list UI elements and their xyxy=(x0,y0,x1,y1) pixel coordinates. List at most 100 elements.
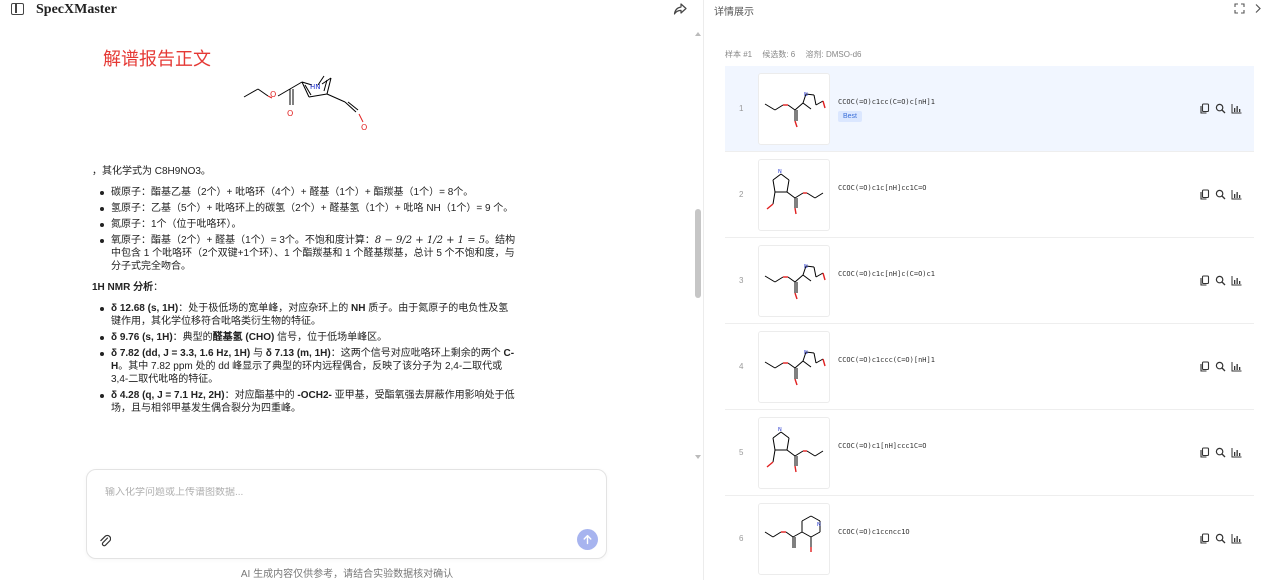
svg-text:N: N xyxy=(778,169,782,175)
molecule-structure-image: O O O HN xyxy=(243,75,367,132)
nmr-text: ：对应酯基中的 xyxy=(224,390,298,401)
scroll-down-arrow-icon[interactable] xyxy=(695,455,701,459)
svg-text:N: N xyxy=(817,522,821,528)
best-badge: Best xyxy=(838,111,863,122)
nmr-item: δ 7.82 (dd, J = 3.3, 1.6 Hz, 1H) 与 δ 7.1… xyxy=(92,347,517,386)
nmr-signal: δ 4.28 (q, J = 7.1 Hz, 2H) xyxy=(111,390,225,401)
search-icon[interactable] xyxy=(1215,275,1226,286)
bar-chart-icon[interactable] xyxy=(1231,447,1242,458)
search-icon[interactable] xyxy=(1215,447,1226,458)
search-icon[interactable] xyxy=(1215,533,1226,544)
bar-chart-icon[interactable] xyxy=(1231,533,1242,544)
panel-divider xyxy=(703,0,704,580)
sidebar-toggle-icon[interactable] xyxy=(11,3,24,15)
chevron-right-icon[interactable] xyxy=(1254,3,1262,14)
candidate-actions xyxy=(1199,447,1243,459)
share-icon[interactable] xyxy=(673,2,687,16)
search-icon[interactable] xyxy=(1215,361,1226,372)
scroll-up-arrow-icon[interactable] xyxy=(695,32,701,36)
chat-input[interactable] xyxy=(105,487,585,498)
report-title: 解谱报告正文 xyxy=(103,49,211,69)
candidate-row[interactable]: 2 N CCOC(=O)c1c[nH]cc1C=O xyxy=(725,152,1254,238)
nmr-bold-term: -OCH2- xyxy=(297,390,332,401)
svg-text:N: N xyxy=(804,264,808,270)
svg-text:HN: HN xyxy=(310,83,321,91)
candidate-index: 4 xyxy=(739,362,744,371)
search-icon[interactable] xyxy=(1215,103,1226,114)
bar-chart-icon[interactable] xyxy=(1231,361,1242,372)
copy-icon[interactable] xyxy=(1199,275,1210,286)
nmr-text: 。其中 7.82 ppm 处的 dd 峰显示了典型的环内远程偶合，反映了该分子为… xyxy=(111,361,503,385)
candidate-molecule-image: N xyxy=(764,264,826,300)
candidate-structure-thumbnail[interactable]: N xyxy=(758,331,830,403)
candidate-actions xyxy=(1199,189,1243,201)
bar-chart-icon[interactable] xyxy=(1231,275,1242,286)
svg-text:N: N xyxy=(804,350,808,356)
candidate-index: 5 xyxy=(739,448,744,457)
nitrogen-item: 氮原子：1个（位于吡咯环）。 xyxy=(92,218,517,231)
candidate-row[interactable]: 3 N CCOC(=O)c1c[nH]c(C=O)c1 xyxy=(725,238,1254,324)
nmr-bold-term: 醛基氢 (CHO) xyxy=(212,332,275,343)
candidate-index: 6 xyxy=(739,534,744,543)
candidate-index: 1 xyxy=(739,104,744,113)
nmr-heading-suffix: ： xyxy=(153,282,164,293)
nmr-item: δ 9.76 (s, 1H)：典型的醛基氢 (CHO) 信号，位于低场单峰区。 xyxy=(92,331,517,344)
bar-chart-icon[interactable] xyxy=(1231,103,1242,114)
copy-icon[interactable] xyxy=(1199,189,1210,200)
nmr-signal: δ 7.82 (dd, J = 3.3, 1.6 Hz, 1H) xyxy=(111,348,251,359)
candidate-row[interactable]: 5 N CCOC(=O)c1[nH]ccc1C=O xyxy=(725,410,1254,496)
candidate-actions xyxy=(1199,533,1243,545)
copy-icon[interactable] xyxy=(1199,447,1210,458)
candidate-structure-thumbnail[interactable]: N xyxy=(758,417,830,489)
candidate-smiles: CCOC(=O)c1c[nH]c(C=O)c1 xyxy=(838,270,935,278)
candidate-row[interactable]: 6 N CCOC(=O)c1ccncc1O xyxy=(725,496,1254,580)
nmr-text: ：典型的 xyxy=(172,332,213,343)
candidate-smiles: CCOC(=O)c1ccncc1O xyxy=(838,528,910,536)
top-bar: SpecXMaster xyxy=(0,0,703,22)
app-title: SpecXMaster xyxy=(36,2,117,17)
candidate-smiles: CCOC(=O)c1ccc(C=O)[nH]1 xyxy=(838,356,935,364)
copy-icon[interactable] xyxy=(1199,533,1210,544)
candidate-actions xyxy=(1199,361,1243,373)
chat-message-scroll: 解谱报告正文 O O O HN ，其化学式为 C8H9NO3。 碳原子：酯基乙基… xyxy=(0,28,703,465)
candidate-index: 2 xyxy=(739,190,744,199)
nmr-bold-term: NH xyxy=(351,303,366,314)
carbon-item: 碳原子：酯基乙基（2个）+ 吡咯环（4个）+ 醛基（1个）+ 酯羰基（1个）= … xyxy=(92,186,517,199)
candidate-smiles: CCOC(=O)c1cc(C=O)c[nH]1 xyxy=(838,98,935,106)
oxygen-text-a: 氧原子：酯基（2个）+ 醛基（1个）= 3个。不饱和度计算： xyxy=(111,235,375,246)
nmr-text: ：这两个信号对应吡咯环上剩余的两个 xyxy=(330,348,504,359)
svg-text:O: O xyxy=(287,109,293,118)
candidate-row[interactable]: 4 N CCOC(=O)c1ccc(C=O)[nH]1 xyxy=(725,324,1254,410)
nmr-signal: δ 7.13 (m, 1H) xyxy=(265,348,331,359)
bar-chart-icon[interactable] xyxy=(1231,189,1242,200)
nmr-text: ：处于极低场的宽单峰，对应杂环上的 xyxy=(178,303,351,314)
candidate-row[interactable]: 1 N CCOC(=O)c1cc(C=O)c[nH]1 Best xyxy=(725,66,1254,152)
nmr-item: δ 4.28 (q, J = 7.1 Hz, 2H)：对应酯基中的 -OCH2-… xyxy=(92,389,517,415)
candidate-structure-thumbnail[interactable]: N xyxy=(758,503,830,575)
paperclip-icon[interactable] xyxy=(99,534,111,548)
sample-meta: 样本 #1 候选数: 6 溶剂: DMSO-d6 xyxy=(725,49,870,60)
chat-input-box xyxy=(86,469,607,559)
nmr-heading: 1H NMR 分析 xyxy=(92,282,154,293)
copy-icon[interactable] xyxy=(1199,103,1210,114)
send-button[interactable] xyxy=(577,529,598,550)
search-icon[interactable] xyxy=(1215,189,1226,200)
hydrogen-item: 氢原子：乙基（5个）+ 吡咯环上的碳氢（2个）+ 醛基氢（1个）+ 吡咯 NH（… xyxy=(92,202,517,215)
fullscreen-icon[interactable] xyxy=(1234,3,1245,14)
arrow-up-icon xyxy=(583,534,592,545)
copy-icon[interactable] xyxy=(1199,361,1210,372)
candidate-molecule-image: N xyxy=(764,92,826,128)
candidate-index: 3 xyxy=(739,276,744,285)
candidate-structure-thumbnail[interactable]: N xyxy=(758,159,830,231)
nmr-text: 信号，位于低场单峰区。 xyxy=(274,332,388,343)
scrollbar-thumb[interactable] xyxy=(695,209,701,298)
atom-count-list: 碳原子：酯基乙基（2个）+ 吡咯环（4个）+ 醛基（1个）+ 酯羰基（1个）= … xyxy=(92,186,517,273)
nmr-item: δ 12.68 (s, 1H)：处于极低场的宽单峰，对应杂环上的 NH 质子。由… xyxy=(92,302,517,328)
candidate-molecule-image: N xyxy=(766,427,824,473)
candidate-structure-thumbnail[interactable]: N xyxy=(758,245,830,317)
candidate-structure-thumbnail[interactable]: N xyxy=(758,73,830,145)
svg-text:O: O xyxy=(361,123,367,132)
sample-id: 样本 #1 xyxy=(725,50,753,59)
svg-text:N: N xyxy=(778,427,782,433)
candidate-molecule-image: N xyxy=(764,515,821,552)
